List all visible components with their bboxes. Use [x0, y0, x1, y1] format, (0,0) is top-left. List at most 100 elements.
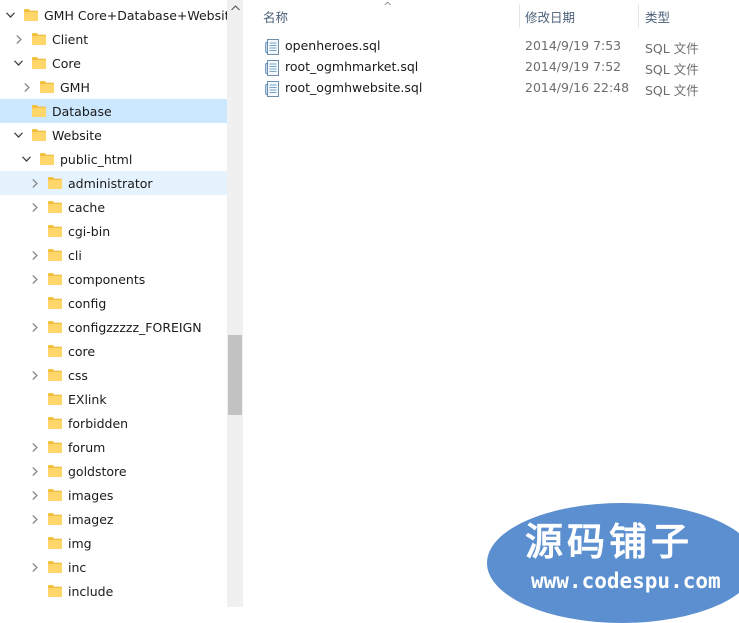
folder-icon: [48, 441, 62, 453]
chevron-right-icon[interactable]: [29, 243, 40, 267]
tree-item-gmh[interactable]: GMH: [0, 75, 227, 99]
tree-item-exlink[interactable]: EXlink: [0, 387, 227, 411]
expander-placeholder: [29, 219, 40, 243]
sql-file-icon: [265, 39, 281, 55]
column-divider[interactable]: [638, 4, 639, 28]
tree-item-img[interactable]: img: [0, 531, 227, 555]
sql-file-icon: [265, 60, 281, 76]
tree-item-configzzzzz-foreign[interactable]: configzzzzz_FOREIGN: [0, 315, 227, 339]
tree-item-components[interactable]: components: [0, 267, 227, 291]
tree-item-label: configzzzzz_FOREIGN: [68, 319, 202, 335]
tree-item-label: administrator: [68, 175, 153, 191]
folder-icon: [32, 33, 46, 45]
scroll-up-arrow-icon[interactable]: [227, 0, 243, 16]
chevron-right-icon[interactable]: [29, 459, 40, 483]
tree-item-label: css: [68, 367, 88, 383]
folder-icon: [40, 153, 54, 165]
folder-icon: [24, 9, 38, 21]
file-row[interactable]: root_ogmhmarket.sql 2014/9/19 7:52 SQL 文件: [243, 57, 739, 78]
tree-item-label: inc: [68, 559, 87, 575]
tree-item-label: EXlink: [68, 391, 107, 407]
navigation-scrollbar[interactable]: [227, 0, 243, 607]
folder-icon: [48, 201, 62, 213]
chevron-right-icon[interactable]: [29, 555, 40, 579]
tree-item-website[interactable]: Website: [0, 123, 227, 147]
chevron-right-icon[interactable]: [29, 171, 40, 195]
folder-icon: [32, 105, 46, 117]
chevron-right-icon[interactable]: [29, 483, 40, 507]
tree-item-core[interactable]: core: [0, 339, 227, 363]
chevron-right-icon[interactable]: [13, 27, 24, 51]
tree-item-database[interactable]: Database: [0, 99, 227, 123]
tree-item-label: goldstore: [68, 463, 127, 479]
tree-item-cache[interactable]: cache: [0, 195, 227, 219]
column-header-bar: 名称 ^ 修改日期 类型: [243, 0, 739, 32]
tree-item-include[interactable]: include: [0, 579, 227, 603]
chevron-right-icon[interactable]: [29, 507, 40, 531]
tree-item-client[interactable]: Client: [0, 27, 227, 51]
scrollbar-thumb[interactable]: [228, 335, 242, 415]
expander-placeholder: [29, 291, 40, 315]
tree-item-label: include: [68, 583, 114, 599]
chevron-right-icon[interactable]: [29, 315, 40, 339]
tree-item-public-html[interactable]: public_html: [0, 147, 227, 171]
tree-item-forbidden[interactable]: forbidden: [0, 411, 227, 435]
tree-item-cgi-bin[interactable]: cgi-bin: [0, 219, 227, 243]
file-modified-date: 2014/9/19 7:52: [525, 59, 622, 74]
watermark-url: www.codespu.com: [531, 569, 721, 593]
column-header-date[interactable]: 修改日期: [525, 0, 575, 32]
chevron-right-icon[interactable]: [29, 363, 40, 387]
expander-placeholder: [13, 99, 24, 123]
tree-item-label: forbidden: [68, 415, 129, 431]
tree-item-label: components: [68, 271, 146, 287]
chevron-down-icon[interactable]: [21, 147, 32, 171]
file-row[interactable]: openheroes.sql 2014/9/19 7:53 SQL 文件: [243, 36, 739, 57]
folder-icon: [48, 561, 62, 573]
tree-item-images[interactable]: images: [0, 483, 227, 507]
column-header-type[interactable]: 类型: [645, 0, 670, 32]
tree-item-cli[interactable]: cli: [0, 243, 227, 267]
tree-item-label: GMH Core+Database+Website: [44, 7, 227, 23]
file-modified-date: 2014/9/19 7:53: [525, 38, 622, 53]
folder-icon: [48, 249, 62, 261]
file-row[interactable]: root_ogmhwebsite.sql 2014/9/16 22:48 SQL 文…: [243, 78, 739, 99]
navigation-pane: GMH Core+Database+Website Client Core GMH Da…: [0, 0, 227, 607]
folder-icon: [48, 177, 62, 189]
tree-item-config[interactable]: config: [0, 291, 227, 315]
expander-placeholder: [29, 579, 40, 603]
chevron-right-icon[interactable]: [29, 267, 40, 291]
tree-item-administrator[interactable]: administrator: [0, 171, 227, 195]
tree-item-gmh-core-database-website[interactable]: GMH Core+Database+Website: [0, 3, 227, 27]
tree-item-core[interactable]: Core: [0, 51, 227, 75]
tree-item-inc[interactable]: inc: [0, 555, 227, 579]
tree-item-imagez[interactable]: imagez: [0, 507, 227, 531]
tree-item-label: forum: [68, 439, 106, 455]
folder-icon: [48, 225, 62, 237]
folder-icon: [48, 489, 62, 501]
chevron-down-icon[interactable]: [13, 51, 24, 75]
column-header-name[interactable]: 名称: [263, 0, 288, 32]
folder-icon: [48, 273, 62, 285]
expander-placeholder: [29, 339, 40, 363]
chevron-right-icon[interactable]: [21, 75, 32, 99]
sql-file-icon: [265, 81, 281, 97]
folder-icon: [48, 369, 62, 381]
tree-item-label: config: [68, 295, 107, 311]
file-name: openheroes.sql: [285, 38, 381, 53]
chevron-down-icon[interactable]: [5, 3, 16, 27]
folder-icon: [32, 57, 46, 69]
folder-icon: [48, 345, 62, 357]
chevron-down-icon[interactable]: [13, 123, 24, 147]
file-name: root_ogmhwebsite.sql: [285, 80, 423, 95]
tree-item-label: cgi-bin: [68, 223, 111, 239]
tree-item-goldstore[interactable]: goldstore: [0, 459, 227, 483]
tree-item-label: public_html: [60, 151, 133, 167]
tree-item-css[interactable]: css: [0, 363, 227, 387]
chevron-right-icon[interactable]: [29, 195, 40, 219]
chevron-right-icon[interactable]: [29, 435, 40, 459]
column-divider[interactable]: [519, 4, 520, 28]
folder-icon: [40, 81, 54, 93]
file-type: SQL 文件: [645, 62, 699, 77]
tree-item-forum[interactable]: forum: [0, 435, 227, 459]
sort-ascending-icon: ^: [383, 0, 393, 13]
